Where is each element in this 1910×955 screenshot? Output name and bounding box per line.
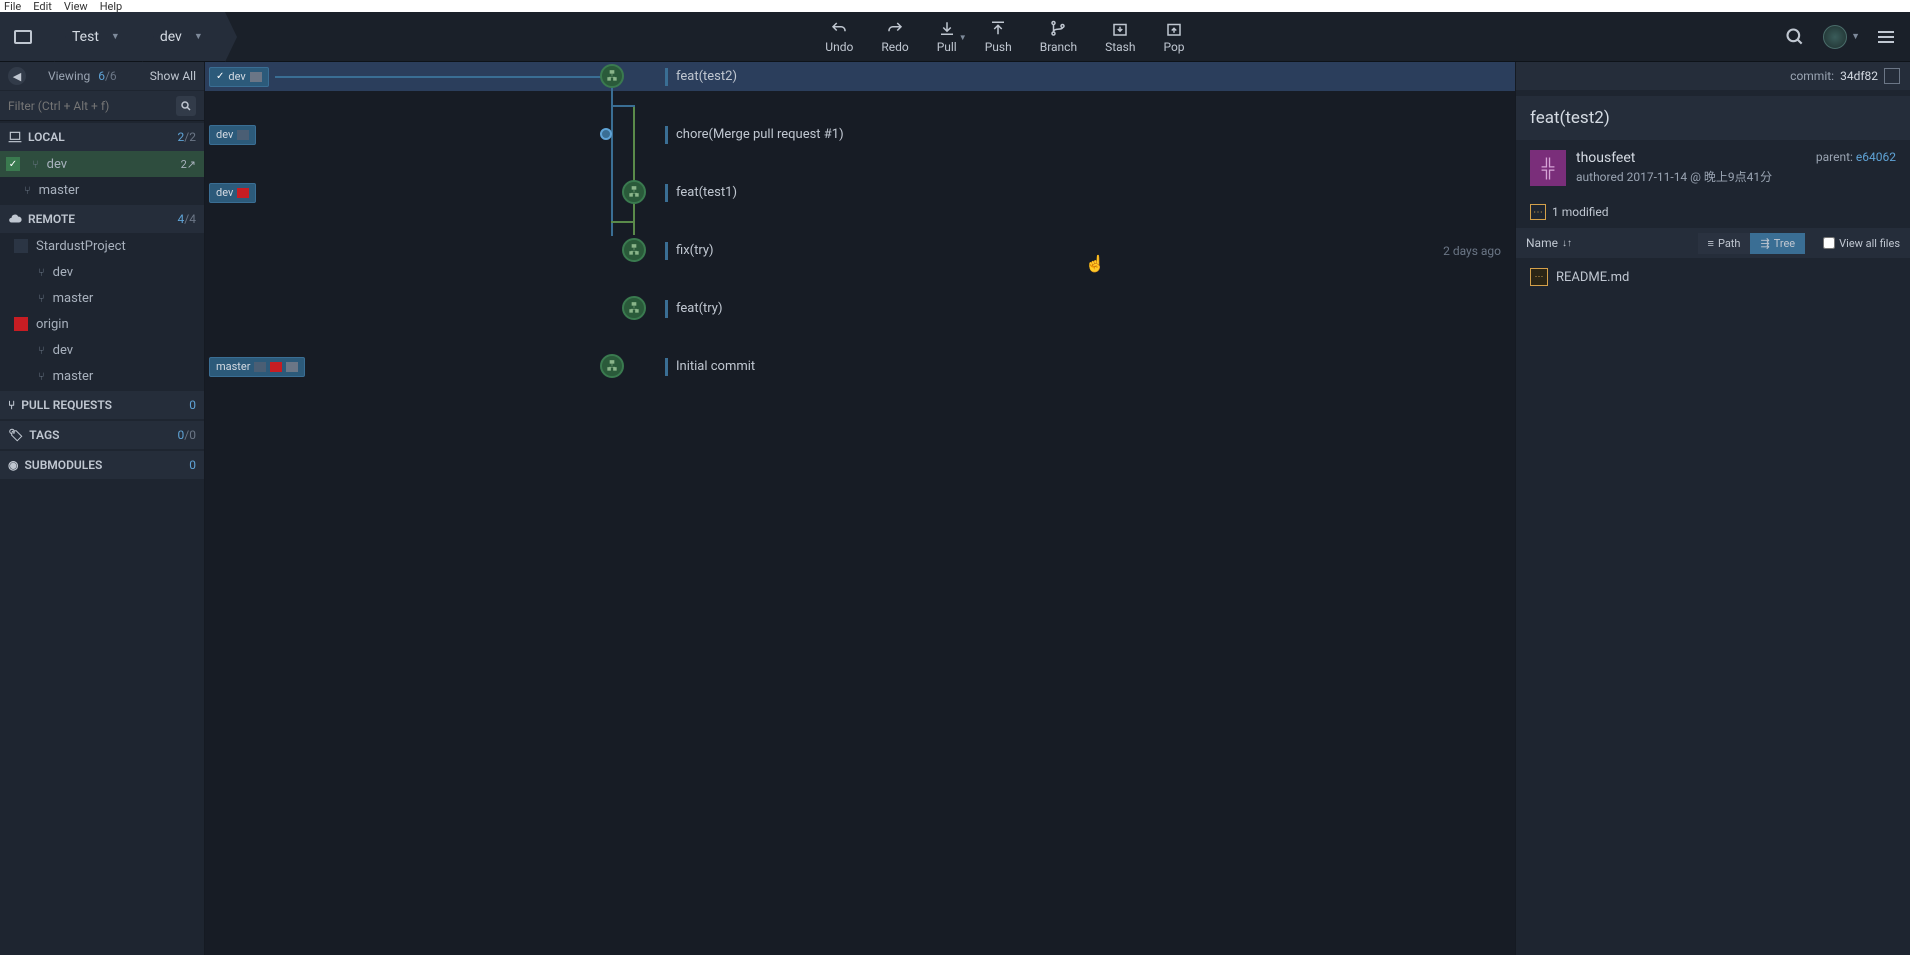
menu-icon[interactable]: [1878, 31, 1894, 43]
menubar: File Edit View Help: [0, 0, 1910, 12]
view-all-files-checkbox[interactable]: View all files: [1823, 237, 1900, 250]
push-button[interactable]: Push: [985, 20, 1012, 54]
gitee-icon: [270, 362, 282, 372]
parent-hash[interactable]: e64062: [1856, 150, 1896, 164]
remote-repo-origin[interactable]: origin: [0, 311, 204, 337]
caret-down-icon[interactable]: ▼: [1851, 31, 1860, 42]
redo-button[interactable]: Redo: [881, 20, 908, 54]
filter-search-button[interactable]: [176, 96, 196, 116]
local-branch-master[interactable]: ⑂ master: [0, 177, 204, 203]
commit-node: [622, 238, 646, 262]
commit-row[interactable]: feat(try): [205, 294, 1515, 323]
commit-hash: 34df82: [1840, 69, 1878, 83]
maximize-button[interactable]: [1884, 68, 1900, 84]
sidebar: ◀ Viewing 6/6 Show All LOCAL 2/2 ✓ ⑂ dev…: [0, 62, 205, 955]
remote-branch-master[interactable]: ⑂master: [0, 285, 204, 311]
commit-message: feat(test2): [665, 68, 737, 86]
authored-date: authored 2017-11-14 @ 晚上9点41分: [1576, 168, 1806, 185]
tag-icon: 🏷: [8, 428, 23, 442]
parent-link: parent: e64062: [1816, 150, 1896, 164]
ref-badge[interactable]: master: [209, 357, 305, 377]
gitee-icon: [237, 188, 249, 198]
modified-icon: ⋯: [1530, 204, 1546, 220]
folder-icon: [14, 30, 32, 44]
gitee-icon: [14, 317, 28, 331]
commit-row[interactable]: dev chore(Merge pull request #1): [205, 120, 1515, 149]
ref-badge[interactable]: dev: [209, 183, 256, 203]
pr-icon: ⑂: [8, 398, 15, 412]
commit-title: feat(test2): [1516, 96, 1910, 140]
ref-badge[interactable]: dev: [209, 125, 256, 145]
author-name: thousfeet: [1576, 150, 1806, 166]
pull-button[interactable]: Pull▼: [937, 20, 957, 54]
commit-label: commit:: [1790, 69, 1834, 83]
pop-button[interactable]: Pop: [1163, 20, 1184, 54]
commit-node: [622, 180, 646, 204]
commit-node: [600, 128, 612, 140]
sp-icon: [237, 130, 249, 140]
commit-time: 2 days ago: [1443, 244, 1501, 258]
commit-message: chore(Merge pull request #1): [665, 126, 844, 144]
laptop-icon: [286, 362, 298, 372]
folder-crumb[interactable]: [0, 12, 54, 61]
back-button[interactable]: ◀: [8, 67, 26, 85]
remote-branch-master[interactable]: ⑂master: [0, 363, 204, 389]
commit-message: feat(test1): [665, 184, 737, 202]
author-avatar: ╬: [1530, 150, 1566, 186]
toolbar: Test▼ dev▼ Undo Redo Pull▼ Push Branch Stash P…: [0, 12, 1910, 62]
viewing-count: 6/6: [98, 69, 116, 83]
laptop-icon: [250, 72, 262, 82]
remote-branch-dev[interactable]: ⑂dev: [0, 337, 204, 363]
local-branch-dev[interactable]: ✓ ⑂ dev 2↗: [0, 151, 204, 177]
section-remote[interactable]: REMOTE 4/4: [0, 205, 204, 233]
section-submodules[interactable]: ◉ SUBMODULES 0: [0, 451, 204, 479]
section-pull-requests[interactable]: ⑂ PULL REQUESTS 0: [0, 391, 204, 419]
show-all-button[interactable]: Show All: [150, 69, 196, 83]
undo-button[interactable]: Undo: [825, 20, 853, 54]
commit-detail-panel: commit: 34df82 feat(test2) ╬ thousfeet a…: [1515, 62, 1910, 955]
branch-icon: ⑂: [24, 184, 31, 197]
repo-icon: [14, 239, 28, 253]
commit-message: fix(try): [665, 242, 714, 260]
branch-icon: ⑂: [32, 158, 39, 171]
remote-branch-dev[interactable]: ⑂dev: [0, 259, 204, 285]
commit-row[interactable]: fix(try) 2 days ago: [205, 236, 1515, 265]
commit-node: [600, 354, 624, 378]
commit-message: feat(try): [665, 300, 722, 318]
branch-crumb[interactable]: dev▼: [142, 12, 225, 61]
user-avatar[interactable]: [1823, 25, 1847, 49]
modified-count: 1 modified: [1552, 205, 1609, 219]
remote-repo-stardust[interactable]: StardustProject: [0, 233, 204, 259]
cloud-icon: [8, 212, 22, 226]
caret-down-icon: ▼: [111, 31, 120, 42]
ref-badge[interactable]: ✓dev: [209, 67, 269, 87]
laptop-icon: [8, 131, 22, 143]
commit-row[interactable]: dev feat(test1): [205, 178, 1515, 207]
filter-input[interactable]: [8, 99, 176, 113]
section-tags[interactable]: 🏷 TAGS 0/0: [0, 421, 204, 449]
check-icon: ✓: [6, 157, 20, 171]
commit-node: [600, 64, 624, 88]
sp-icon: [254, 362, 266, 372]
commit-node: [622, 296, 646, 320]
commit-row[interactable]: master Initial commit: [205, 352, 1515, 381]
commit-graph: ✓dev feat(test2) dev chore(Merge pull reque…: [205, 62, 1515, 955]
sort-icon: ↓↑: [1562, 238, 1572, 249]
viewing-label: Viewing: [48, 69, 90, 83]
search-icon[interactable]: [1785, 27, 1805, 47]
stash-button[interactable]: Stash: [1105, 20, 1135, 54]
repo-crumb[interactable]: Test▼: [54, 12, 142, 61]
path-view-button[interactable]: ≡Path: [1698, 233, 1751, 254]
section-local[interactable]: LOCAL 2/2: [0, 123, 204, 151]
branch-button[interactable]: Branch: [1040, 20, 1077, 54]
sort-button[interactable]: Name ↓↑: [1526, 236, 1572, 250]
commit-message: Initial commit: [665, 358, 755, 376]
file-item[interactable]: ⋯ README.md: [1516, 262, 1910, 292]
caret-down-icon: ▼: [194, 31, 203, 42]
submodule-icon: ◉: [8, 458, 18, 472]
file-modified-icon: ⋯: [1530, 268, 1548, 286]
tree-view-button[interactable]: ⇶Tree: [1750, 233, 1805, 254]
